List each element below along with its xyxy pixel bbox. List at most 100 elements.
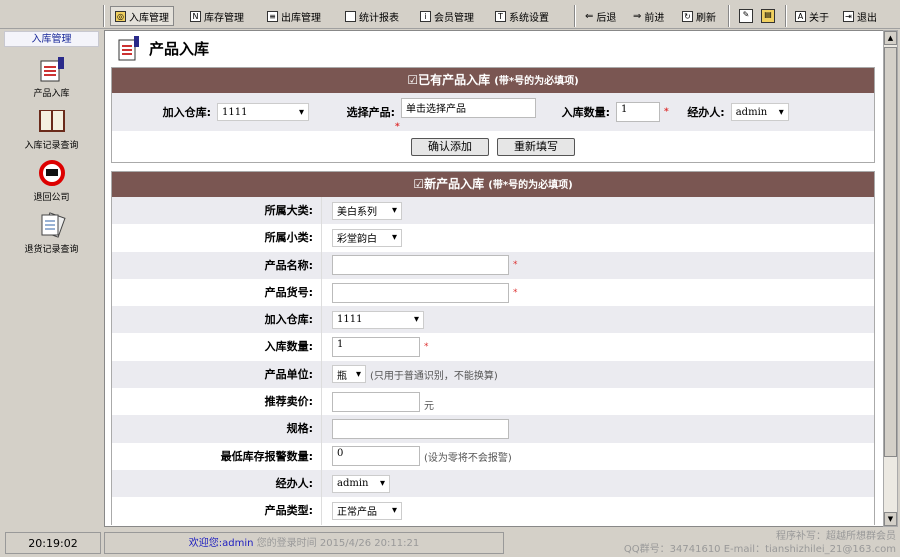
layout-icon: ▤ (761, 9, 775, 23)
form-row-min-stock: 最低库存报警数量: 0 (设为零将不会报警) (112, 442, 874, 470)
exit-button[interactable]: ⇥ 退出 (838, 6, 882, 26)
warehouse-select[interactable]: 1111 ▾ (217, 103, 309, 121)
tab-stock-out[interactable]: ≡ 出库管理 (262, 6, 326, 26)
member-icon: i (420, 10, 431, 22)
tab-settings[interactable]: T 系统设置 (490, 6, 554, 26)
edit-button[interactable]: ✎ (734, 6, 758, 26)
product-type-select[interactable]: 正常产品 ▾ (332, 501, 402, 520)
scroll-up-icon[interactable]: ▲ (884, 31, 897, 45)
about-button[interactable]: A 关于 (790, 6, 834, 26)
product-sku-input[interactable] (332, 282, 509, 303)
qty-label: 入库数量: (561, 106, 610, 119)
tab-report[interactable]: 统计报表 (340, 6, 404, 26)
checkbox-icon: ☑ (413, 177, 425, 191)
form-row-handler: 经办人: admin ▾ (112, 469, 874, 498)
price-input[interactable] (332, 391, 420, 412)
tab-stock-in[interactable]: ◎ 入库管理 (110, 6, 174, 26)
category-select[interactable]: 美白系列 ▾ (332, 201, 402, 220)
panel-title: 新产品入库 (424, 177, 485, 191)
required-mark: * (424, 342, 429, 353)
quantity-input[interactable]: 1 (332, 337, 420, 358)
forward-button[interactable]: ⇒ 前进 (628, 6, 669, 26)
divider (574, 5, 576, 27)
subcategory-select[interactable]: 彩堂韵白 ▾ (332, 228, 402, 247)
chevron-down-icon: ▾ (391, 232, 397, 244)
chevron-down-icon: ▾ (413, 314, 419, 326)
divider (728, 5, 730, 27)
sidebar-item-label: 产品入库 (33, 89, 70, 99)
chevron-down-icon: ▾ (391, 205, 397, 217)
product-select-input[interactable]: 单击选择产品 (401, 98, 536, 118)
button-row: 确认添加 重新填写 (112, 131, 874, 162)
tab-member[interactable]: i 会员管理 (415, 6, 479, 26)
chevron-down-icon: ▾ (379, 478, 385, 490)
existing-product-panel: ☑已有产品入库 (带*号的为必填项) 加入仓库: 1111 ▾ 选择产品: 单击选… (111, 67, 875, 163)
tab-label: 会员管理 (434, 12, 474, 24)
back-button[interactable]: ⇐ 后退 (580, 6, 621, 26)
credits: 程序补写：超越所想群会员 QQ群号：34741610 E-mail：tianshi… (624, 530, 896, 556)
layout-button[interactable]: ▤ (756, 6, 780, 26)
form-row-unit: 产品单位: 瓶 ▾ (只用于普通识别，不能换算) (112, 360, 874, 389)
refresh-icon: ↻ (682, 10, 693, 22)
sidebar-item-label: 退回公司 (33, 193, 70, 203)
about-icon: A (795, 10, 806, 22)
tab-label: 出库管理 (281, 12, 321, 24)
form-row-spec: 规格: (112, 415, 874, 443)
select-value: 正常产品 (337, 507, 377, 519)
select-value: 美白系列 (337, 207, 377, 219)
field-label: 产品名称: (112, 251, 322, 279)
sidebar-item-product-in[interactable]: 产品入库 (0, 55, 103, 99)
field-label: 产品单位: (112, 360, 322, 389)
warehouse-select[interactable]: 1111 ▾ (332, 310, 424, 329)
chevron-down-icon: ▾ (355, 368, 361, 380)
min-stock-input[interactable]: 0 (332, 446, 420, 467)
field-label: 所属小类: (112, 224, 322, 252)
qty-input[interactable]: 1 (616, 102, 660, 122)
sidebar-item-in-records[interactable]: 入库记录查询 (0, 107, 103, 151)
field-label: 产品货号: (112, 278, 322, 307)
arrow-left-icon: ⇐ (585, 10, 594, 22)
divider (785, 5, 787, 27)
reset-button[interactable]: 重新填写 (497, 137, 575, 156)
field-label: 经办人: (112, 469, 322, 498)
document-hand-icon (38, 55, 66, 83)
sidebar-item-label: 退货记录查询 (24, 245, 79, 255)
field-label: 入库数量: (112, 333, 322, 361)
panel-note: (带*号的为必填项) (494, 76, 579, 87)
unit-select[interactable]: 瓶 ▾ (332, 365, 366, 384)
sidebar-item-return-company[interactable]: 退回公司 (0, 159, 103, 203)
field-label: 推荐卖价: (112, 388, 322, 416)
about-label: 关于 (809, 12, 829, 24)
field-label: 产品类型: (112, 497, 322, 525)
confirm-add-button[interactable]: 确认添加 (411, 137, 489, 156)
vertical-scrollbar[interactable]: ▲ ▼ (883, 30, 898, 527)
min-stock-hint: (设为零将不会报警) (424, 452, 512, 464)
form-row-price: 推荐卖价: 元 (112, 388, 874, 416)
refresh-button[interactable]: ↻ 刷新 (677, 6, 721, 26)
contact: QQ群号：34741610 E-mail：tianshizhilei_21@16… (623, 544, 896, 555)
tab-label: 库存管理 (204, 12, 244, 24)
form-row-quantity: 入库数量: 1 * (112, 333, 874, 361)
clock: 20:19:02 (5, 532, 101, 554)
scroll-down-icon[interactable]: ▼ (884, 512, 897, 526)
form-row-sku: 产品货号: * (112, 278, 874, 307)
product-name-input[interactable] (332, 255, 509, 276)
sidebar-item-return-records[interactable]: 退货记录查询 (0, 211, 103, 255)
scroll-thumb[interactable] (884, 47, 897, 457)
page-title: 产品入库 (117, 35, 209, 61)
handler-select[interactable]: admin ▾ (332, 474, 390, 493)
price-unit: 元 (424, 401, 434, 413)
panel-title: 已有产品入库 (418, 73, 491, 87)
field-label: 规格: (112, 415, 322, 443)
sidebar: 入库管理 产品入库 入库记录查询 退回公司 退货记录查询 (0, 29, 103, 527)
handler-select[interactable]: admin ▾ (730, 103, 789, 121)
tab-inventory[interactable]: N 库存管理 (185, 6, 249, 26)
welcome-message: 欢迎您:admin 您的登录时间 2015/4/26 20:11:21 (104, 532, 504, 554)
spec-input[interactable] (332, 419, 509, 440)
chevron-down-icon: ▾ (391, 505, 397, 517)
product-field-wrap: 单击选择产品 * (395, 98, 536, 132)
product-label: 选择产品: (346, 106, 395, 119)
form-row-category: 所属大类: 美白系列 ▾ (112, 197, 874, 225)
required-mark: * (664, 107, 669, 117)
field-label: 最低库存报警数量: (112, 442, 322, 470)
